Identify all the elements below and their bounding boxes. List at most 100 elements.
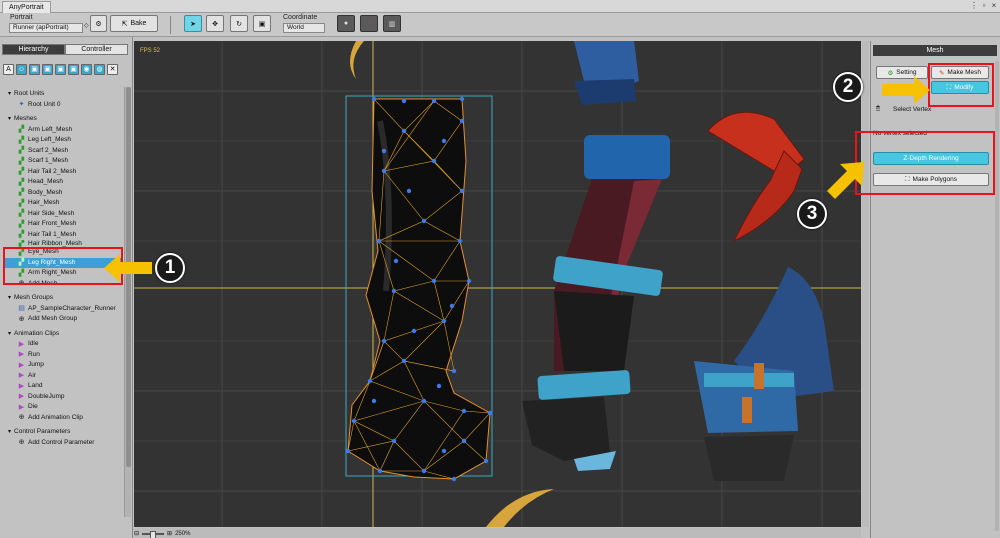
list-item[interactable]: ▞ Hair Tail 1_Mesh xyxy=(4,230,122,241)
setting-label: Setting xyxy=(896,69,917,76)
menu-icon[interactable]: ⋮ xyxy=(969,2,979,11)
list-item[interactable]: ▞ Leg Left_Mesh xyxy=(4,135,122,146)
character-filter-icon[interactable]: ☺ xyxy=(16,64,27,75)
coordinate-select[interactable]: World xyxy=(283,23,325,33)
window-tab[interactable]: AnyPortrait xyxy=(2,1,51,13)
close-icon[interactable]: × xyxy=(989,2,999,11)
mesh-icon: ▞ xyxy=(18,240,25,247)
move-icon: ✥ xyxy=(212,20,218,28)
list-item[interactable]: ▞ Scarf 1_Mesh xyxy=(4,156,122,167)
list-item[interactable]: ▶ Idle xyxy=(4,339,122,350)
canvas-drawing xyxy=(134,41,861,527)
zoom-in-icon[interactable]: ⊞ xyxy=(167,530,172,537)
mesh-icon: ▞ xyxy=(18,168,25,176)
maximize-icon[interactable]: ▫ xyxy=(979,2,989,11)
section-root-units[interactable]: Root Units xyxy=(4,89,122,100)
mesh-group-icon: ▤ xyxy=(18,305,25,313)
list-item[interactable]: ▞ Hair Tail 2_Mesh xyxy=(4,167,122,178)
settings-gear-button[interactable]: ⚙ xyxy=(90,15,107,32)
mesh-icon: ▞ xyxy=(18,199,25,207)
list-item[interactable]: ▶ Run xyxy=(4,350,122,361)
image-filter-icon[interactable]: ▣ xyxy=(29,64,40,75)
onion-skin-button[interactable]: ● xyxy=(337,15,355,32)
play-icon: ▶ xyxy=(18,351,25,359)
play-icon: ▶ xyxy=(18,361,25,369)
bake-label: Bake xyxy=(130,20,147,27)
select-vertex-label: Select Vertex xyxy=(893,106,932,113)
bake-button[interactable]: ⇱ Bake xyxy=(110,15,158,32)
list-item[interactable]: ▞ Hair_Mesh xyxy=(4,198,122,209)
section-animation-clips[interactable]: Animation Clips xyxy=(4,329,122,340)
list-item[interactable]: ▶ Die xyxy=(4,402,122,413)
list-item[interactable]: ▶ Land xyxy=(4,381,122,392)
list-item[interactable]: ✦ Root Unit 0 xyxy=(4,100,122,111)
scale-tool-button[interactable]: ▣ xyxy=(253,15,271,32)
section-mesh-groups[interactable]: Mesh Groups xyxy=(4,293,122,304)
canvas-vertical-scrollbar[interactable] xyxy=(862,41,869,527)
mesh-icon: ▞ xyxy=(18,147,25,155)
step-badge-2: 2 xyxy=(833,72,863,102)
mesh-filter-icon[interactable]: ▣ xyxy=(42,64,53,75)
panel-scrollbar[interactable] xyxy=(995,61,999,531)
animation-filter-icon[interactable]: ▣ xyxy=(68,64,79,75)
select-tool-button[interactable]: ➤ xyxy=(184,15,202,32)
list-item[interactable]: ▞ Hair Ribbon_Mesh xyxy=(4,240,122,247)
mesh-view-button[interactable]: ▥ xyxy=(383,15,401,32)
knee-cuff-shape xyxy=(584,135,670,179)
step-badge-3: 3 xyxy=(797,199,827,229)
list-item[interactable]: ▞ Scarf 2_Mesh xyxy=(4,146,122,157)
tab-hierarchy[interactable]: Hierarchy xyxy=(2,44,65,55)
zoom-control: ⊟ ⊞ 250% xyxy=(134,529,190,538)
param-filter-icon[interactable]: ◉ xyxy=(81,64,92,75)
canvas-horizontal-scrollbar[interactable] xyxy=(134,528,861,538)
title-bar: AnyPortrait ⋮ ▫ × xyxy=(0,0,1000,13)
hierarchy-scrollbar[interactable] xyxy=(124,87,131,517)
clear-filter-icon[interactable]: ✕ xyxy=(107,64,118,75)
list-item[interactable]: ▞ Body_Mesh xyxy=(4,188,122,199)
add-mesh-group-button[interactable]: ⊕ Add Mesh Group xyxy=(4,314,122,325)
list-item[interactable]: ▶ Air xyxy=(4,371,122,382)
mesh-icon: ▞ xyxy=(18,157,25,165)
mesh-icon: ▞ xyxy=(18,126,25,134)
bone-filter-icon[interactable]: ◍ xyxy=(94,64,105,75)
list-item[interactable]: ▶ Jump xyxy=(4,360,122,371)
list-item[interactable]: ▞ Arm Left_Mesh xyxy=(4,125,122,136)
bone-view-button[interactable]: ⋰ xyxy=(360,15,378,32)
portrait-dropdown-icon[interactable]: ◇ xyxy=(84,22,89,29)
list-item[interactable]: ▶ DoubleJump xyxy=(4,392,122,403)
tab-controller[interactable]: Controller xyxy=(65,44,128,55)
play-icon: ▶ xyxy=(18,372,25,380)
cursor-icon: ➤ xyxy=(190,20,196,28)
play-icon: ▶ xyxy=(18,393,25,401)
arrow-1 xyxy=(104,254,152,282)
zoom-slider[interactable] xyxy=(142,530,165,538)
coordinate-label: Coordinate xyxy=(283,14,318,21)
zoom-out-icon[interactable]: ⊟ xyxy=(134,530,139,537)
move-tool-button[interactable]: ✥ xyxy=(206,15,224,32)
text-filter-icon[interactable]: A xyxy=(3,64,14,75)
main-toolbar: Portrait Runner (apPortrait) ◇ ⚙ ⇱ Bake … xyxy=(0,13,1000,37)
list-item[interactable]: ▞ Hair Side_Mesh xyxy=(4,209,122,220)
panel-title: Mesh xyxy=(873,45,997,56)
rotate-tool-button[interactable]: ↻ xyxy=(230,15,248,32)
mesh-canvas[interactable]: FPS 52 xyxy=(134,41,861,527)
section-control-parameters[interactable]: Control Parameters xyxy=(4,427,122,438)
list-item[interactable]: ▞ Head_Mesh xyxy=(4,177,122,188)
hierarchy-panel: Hierarchy Controller A ☺ ▣ ▣ ▣ ▣ ◉ ◍ ✕ R… xyxy=(0,37,133,538)
add-animation-clip-button[interactable]: ⊕ Add Animation Clip xyxy=(4,413,122,424)
add-icon: ⊕ xyxy=(18,414,25,422)
portrait-select[interactable]: Runner (apPortrait) xyxy=(9,23,83,33)
mesh-icon: ▞ xyxy=(18,220,25,228)
leg-right-mesh-shape xyxy=(347,98,491,480)
rotate-icon: ↻ xyxy=(236,20,242,28)
mesh-properties-panel: Mesh ⚙ Setting ✎ Make Mesh ⛶ Modify 🖱 Se… xyxy=(870,41,1000,538)
list-item[interactable]: ▤ AP_SampleCharacter_Runner xyxy=(4,304,122,315)
mesh-icon: ▞ xyxy=(18,136,25,144)
group-filter-icon[interactable]: ▣ xyxy=(55,64,66,75)
list-item[interactable]: ▞ Hair Front_Mesh xyxy=(4,219,122,230)
highlight-box-3 xyxy=(855,131,995,195)
add-control-parameter-button[interactable]: ⊕ Add Control Parameter xyxy=(4,438,122,449)
scale-icon: ▣ xyxy=(258,20,266,28)
circle-icon: ● xyxy=(343,20,349,27)
section-meshes[interactable]: Meshes xyxy=(4,114,122,125)
